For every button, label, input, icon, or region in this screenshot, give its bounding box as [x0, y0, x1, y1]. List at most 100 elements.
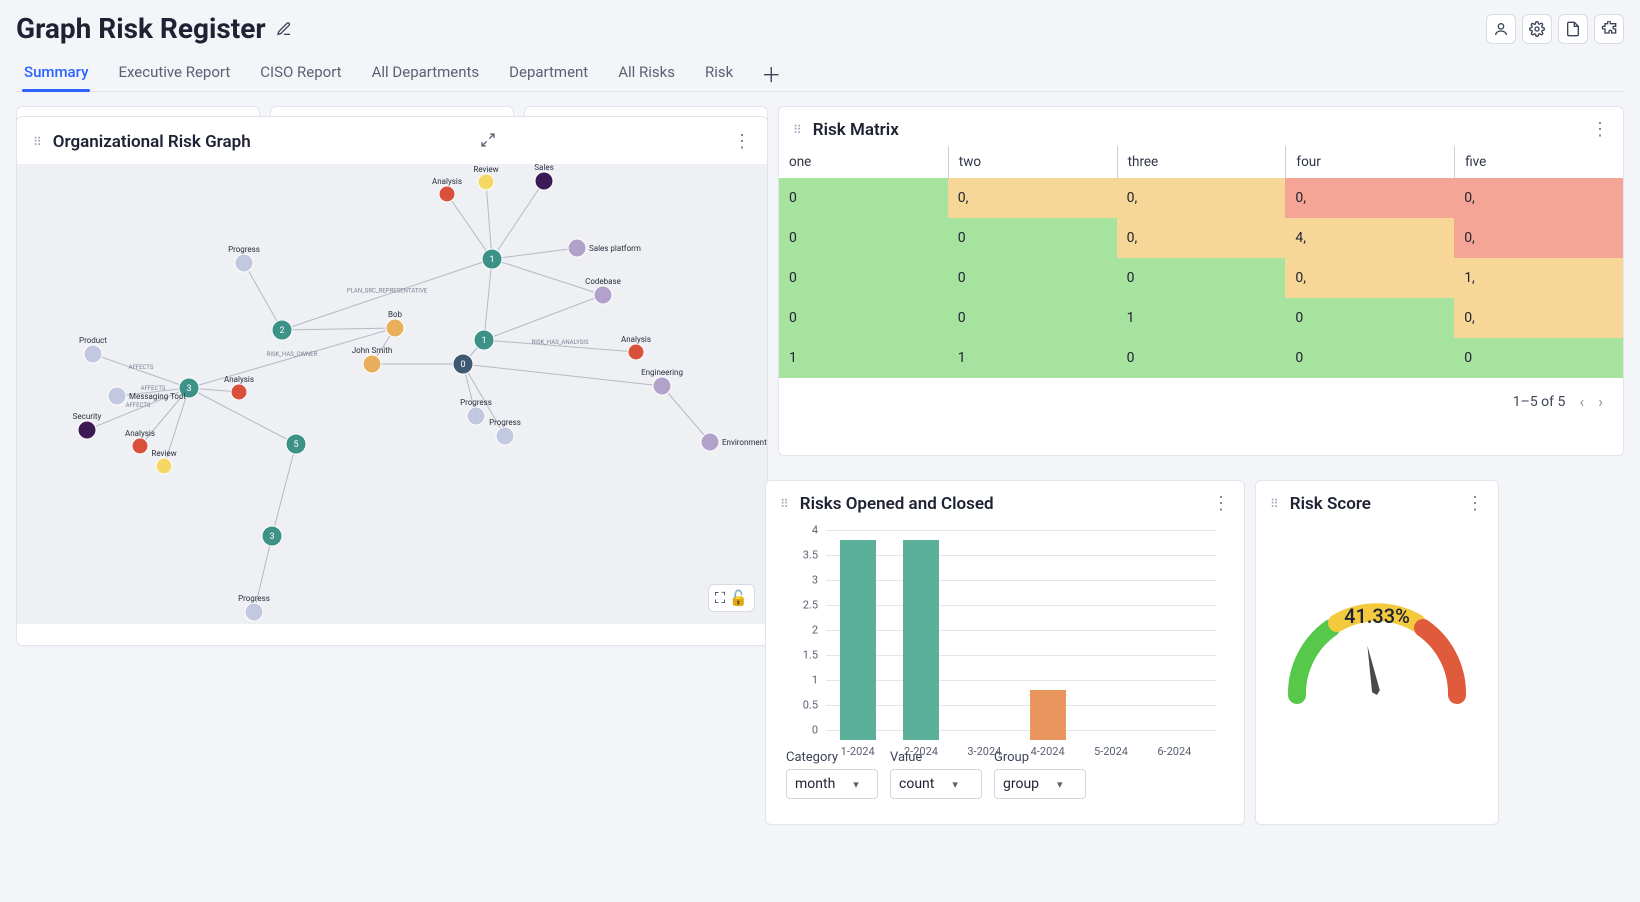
graph-node[interactable]	[628, 344, 644, 360]
svg-text:RISK_HAS_OWNER: RISK_HAS_OWNER	[267, 351, 318, 358]
matrix-cell[interactable]: 0	[1285, 338, 1454, 378]
graph-node[interactable]	[235, 254, 253, 272]
matrix-cell[interactable]: 1	[1117, 298, 1286, 338]
graph-node[interactable]	[231, 384, 247, 400]
svg-text:Engineering: Engineering	[641, 368, 683, 377]
graph-node[interactable]	[245, 603, 263, 621]
tab-executive-report[interactable]: Executive Report	[116, 55, 232, 91]
matrix-cell[interactable]: 0,	[1454, 298, 1623, 338]
matrix-cell[interactable]: 0	[948, 218, 1117, 258]
graph-node[interactable]	[78, 421, 96, 439]
graph-node[interactable]	[467, 407, 485, 425]
tab-all-risks[interactable]: All Risks	[616, 55, 677, 91]
risk-score-card: ⠿ Risk Score ⋮ 41.33%	[1255, 480, 1499, 825]
svg-text:PLAN_SRC_REPRESENTATIVE: PLAN_SRC_REPRESENTATIVE	[347, 288, 428, 295]
puzzle-icon[interactable]	[1594, 14, 1624, 44]
graph-node[interactable]	[108, 387, 126, 405]
card-title: Risk Score	[1290, 494, 1371, 514]
value-select[interactable]: count▾	[890, 769, 982, 799]
matrix-cell[interactable]: 0,	[1117, 178, 1286, 218]
matrix-cell[interactable]: 0,	[1285, 178, 1454, 218]
matrix-cell[interactable]: 0	[1117, 258, 1286, 298]
matrix-header: one	[779, 146, 948, 178]
matrix-cell[interactable]: 0,	[1454, 218, 1623, 258]
svg-text:Environment Variables: Environment Variables	[722, 438, 767, 447]
page-title: Graph Risk Register	[16, 12, 266, 45]
drag-handle-icon[interactable]: ⠿	[33, 135, 43, 149]
bar[interactable]	[903, 540, 939, 740]
drag-handle-icon[interactable]: ⠿	[1270, 497, 1280, 511]
graph-node[interactable]	[701, 433, 719, 451]
matrix-header: four	[1285, 146, 1454, 178]
svg-text:5: 5	[293, 440, 298, 450]
tab-department[interactable]: Department	[507, 55, 590, 91]
graph-node[interactable]	[478, 174, 494, 190]
matrix-cell[interactable]: 0	[1117, 338, 1286, 378]
kebab-icon[interactable]: ⋮	[1591, 119, 1609, 140]
graph-node[interactable]	[496, 427, 514, 445]
graph-node[interactable]	[535, 172, 553, 190]
matrix-cell[interactable]: 0,	[1117, 218, 1286, 258]
matrix-cell[interactable]: 0	[1285, 298, 1454, 338]
kebab-icon[interactable]: ⋮	[733, 131, 751, 152]
tab-risk[interactable]: Risk	[703, 55, 735, 91]
drag-handle-icon[interactable]: ⠿	[780, 497, 790, 511]
matrix-cell[interactable]: 0	[948, 258, 1117, 298]
graph-canvas[interactable]: PLAN_SRC_REPRESENTATIVERISK_HAS_ANALYSIS…	[17, 164, 767, 624]
pagination-label: 1–5 of 5	[1513, 394, 1566, 410]
svg-text:Analysis: Analysis	[224, 375, 254, 384]
svg-text:Messaging Tool: Messaging Tool	[129, 392, 186, 401]
matrix-cell[interactable]: 1,	[1454, 258, 1623, 298]
gauge-value: 41.33%	[1344, 604, 1410, 628]
graph-node[interactable]	[84, 345, 102, 363]
matrix-cell[interactable]: 0	[948, 298, 1117, 338]
matrix-cell[interactable]: 4,	[1285, 218, 1454, 258]
category-select[interactable]: month ▾	[786, 769, 878, 799]
chevron-down-icon: ▾	[952, 778, 958, 791]
graph-node[interactable]	[132, 438, 148, 454]
matrix-cell[interactable]: 0	[779, 258, 948, 298]
matrix-cell[interactable]: 1	[948, 338, 1117, 378]
expand-icon[interactable]	[480, 132, 496, 152]
matrix-cell[interactable]: 0	[779, 218, 948, 258]
svg-text:Sales platform: Sales platform	[589, 244, 641, 253]
matrix-header: three	[1117, 146, 1286, 178]
gear-icon[interactable]	[1522, 14, 1552, 44]
tab-ciso-report[interactable]: CISO Report	[258, 55, 343, 91]
matrix-cell[interactable]: 0	[779, 178, 948, 218]
kebab-icon[interactable]: ⋮	[1212, 493, 1230, 514]
matrix-cell[interactable]: 0,	[948, 178, 1117, 218]
matrix-cell[interactable]: 0,	[1285, 258, 1454, 298]
graph-node[interactable]	[386, 319, 404, 337]
graph-node[interactable]	[568, 239, 586, 257]
graph-node[interactable]	[363, 355, 381, 373]
matrix-cell[interactable]: 0,	[1454, 178, 1623, 218]
drag-handle-icon[interactable]: ⠿	[793, 123, 803, 137]
graph-node[interactable]	[439, 186, 455, 202]
card-title: Risks Opened and Closed	[800, 494, 994, 514]
graph-node[interactable]	[156, 458, 172, 474]
next-page-icon[interactable]: ›	[1598, 392, 1603, 411]
matrix-cell[interactable]: 0	[1454, 338, 1623, 378]
graph-node[interactable]	[594, 286, 612, 304]
matrix-cell[interactable]: 1	[779, 338, 948, 378]
group-select[interactable]: group▾	[994, 769, 1086, 799]
add-tab-button[interactable]: ＋	[761, 55, 781, 91]
lock-icon[interactable]: 🔓	[729, 589, 748, 607]
svg-text:Product: Product	[79, 336, 107, 345]
kebab-icon[interactable]: ⋮	[1466, 493, 1484, 514]
tab-all-departments[interactable]: All Departments	[370, 55, 482, 91]
document-icon[interactable]	[1558, 14, 1588, 44]
graph-node[interactable]	[653, 377, 671, 395]
chevron-down-icon: ▾	[853, 778, 859, 791]
user-icon[interactable]	[1486, 14, 1516, 44]
bar[interactable]	[1030, 690, 1066, 740]
edit-title-icon[interactable]	[276, 14, 292, 44]
matrix-cell[interactable]: 0	[779, 298, 948, 338]
prev-page-icon[interactable]: ‹	[1579, 392, 1584, 411]
select-value: month	[795, 776, 835, 792]
card-title: Organizational Risk Graph	[53, 132, 251, 152]
bar[interactable]	[840, 540, 876, 740]
fit-icon[interactable]: ⛶	[715, 589, 726, 607]
tab-summary[interactable]: Summary	[22, 55, 90, 91]
